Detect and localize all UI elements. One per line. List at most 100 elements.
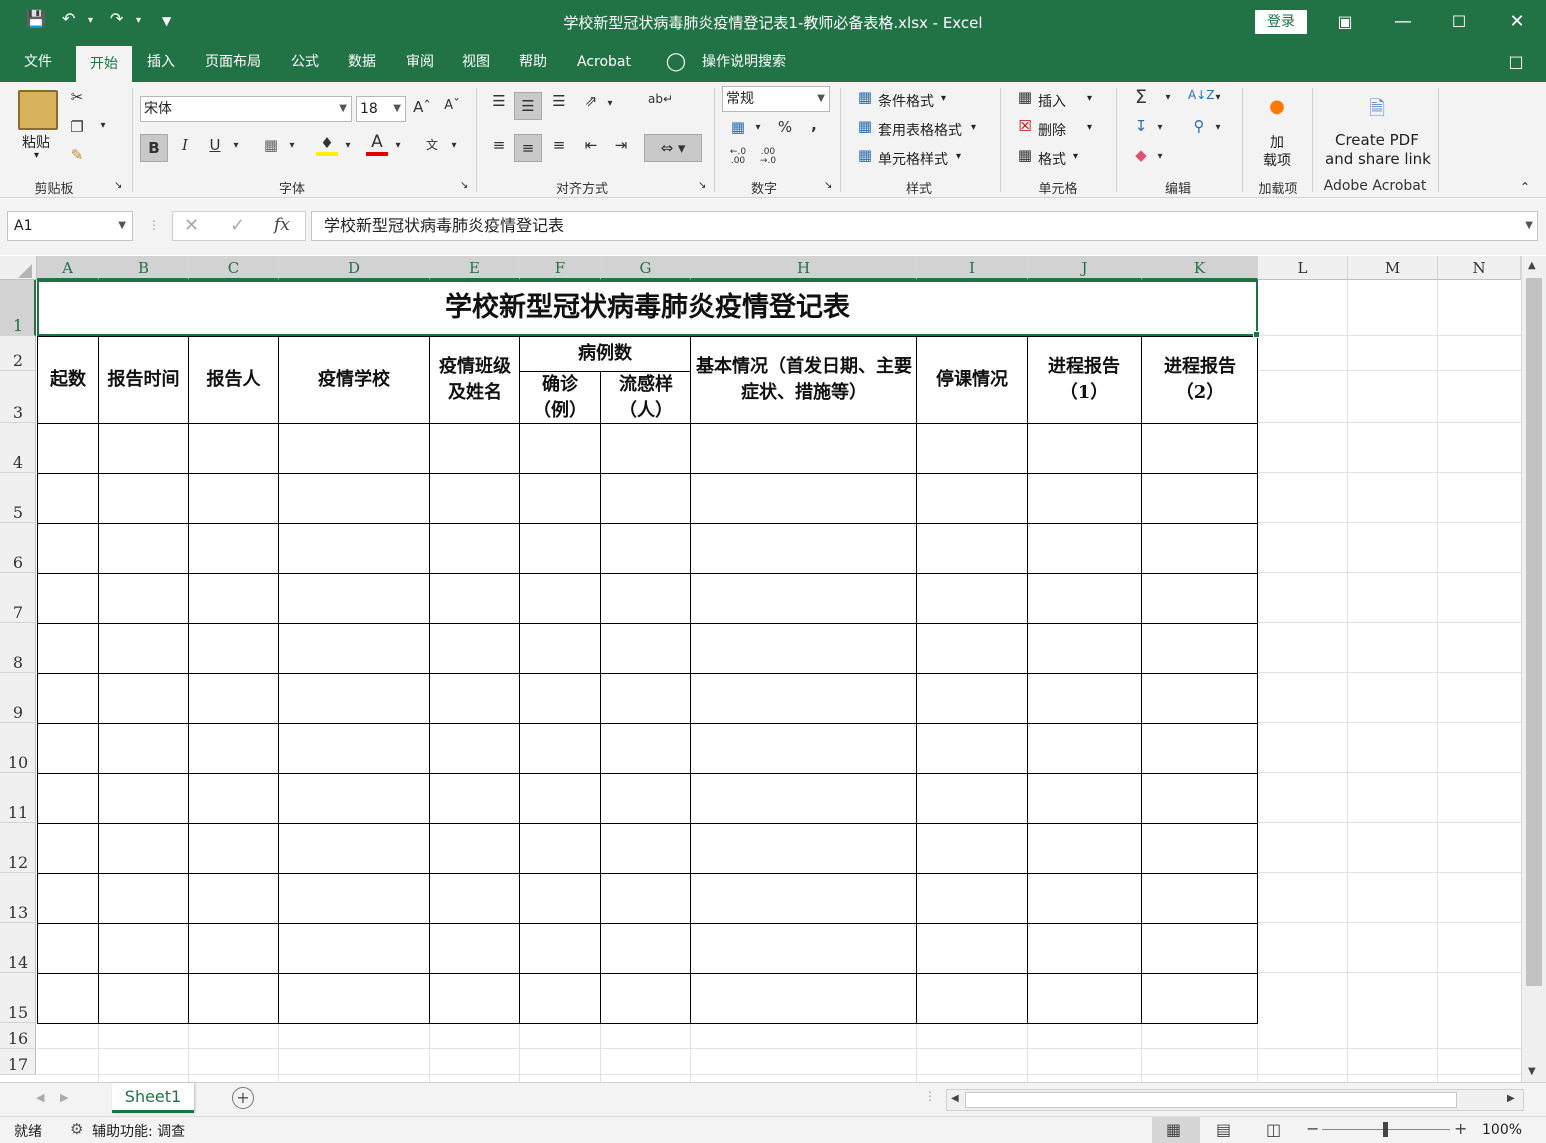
copy-dropdown-icon[interactable]: ▾	[96, 120, 110, 131]
header-cell[interactable]: 基本情况（首发日期、主要症状、措施等）	[694, 337, 914, 423]
tab-home[interactable]: 开始	[76, 44, 132, 82]
column-header-A[interactable]: A	[37, 256, 99, 280]
tab-file[interactable]: 文件	[12, 44, 64, 82]
vertical-scroll-thumb[interactable]	[1526, 278, 1542, 986]
collapse-ribbon-icon[interactable]: ⌃	[1520, 180, 1530, 194]
align-middle-icon[interactable]: ☰	[514, 92, 542, 120]
tab-split-grip-icon[interactable]: ⋮	[924, 1089, 936, 1103]
format-as-table-icon[interactable]: ▦	[854, 117, 876, 135]
cut-icon[interactable]: ✂	[66, 88, 88, 106]
column-header-N[interactable]: N	[1438, 256, 1521, 280]
row-header-13[interactable]: 13	[0, 873, 36, 923]
comma-button[interactable]: ,	[806, 116, 822, 134]
tab-view[interactable]: 视图	[452, 44, 500, 82]
row-header-6[interactable]: 6	[0, 523, 36, 573]
login-button[interactable]: 登录	[1255, 10, 1307, 34]
increase-decimal-icon[interactable]: ←.0.00	[726, 148, 750, 166]
tab-review[interactable]: 审阅	[396, 44, 444, 82]
prev-sheet-icon[interactable]: ◀	[36, 1091, 44, 1104]
delete-cells-button[interactable]: 删除	[1038, 120, 1066, 140]
increase-indent-icon[interactable]: ⇥	[610, 136, 632, 154]
merge-center-button[interactable]: ⇔ ▾	[644, 134, 702, 162]
page-break-view-icon[interactable]: ◫	[1266, 1120, 1281, 1139]
fill-icon[interactable]: ↧	[1130, 117, 1152, 135]
ribbon-display-icon[interactable]: ▣	[1330, 8, 1360, 36]
tab-help[interactable]: 帮助	[509, 44, 557, 82]
column-header-H[interactable]: H	[691, 256, 917, 280]
column-header-J[interactable]: J	[1028, 256, 1142, 280]
column-header-C[interactable]: C	[189, 256, 279, 280]
conditional-format-button[interactable]: 条件格式	[878, 91, 934, 111]
row-header-14[interactable]: 14	[0, 923, 36, 973]
decrease-indent-icon[interactable]: ⇤	[580, 136, 602, 154]
header-cell[interactable]: 进程报告（1）	[1032, 337, 1136, 423]
font-size-combo[interactable]: 18 ▼	[356, 96, 406, 122]
zoom-in-icon[interactable]: +	[1454, 1119, 1467, 1138]
column-header-F[interactable]: F	[520, 256, 601, 280]
column-header-L[interactable]: L	[1258, 256, 1348, 280]
cell-styles-button[interactable]: 单元格样式	[878, 149, 948, 169]
tab-formulas[interactable]: 公式	[282, 44, 328, 82]
addins-line1[interactable]: 加	[1270, 132, 1284, 152]
column-header-E[interactable]: E	[430, 256, 520, 280]
header-cell[interactable]: 确诊（例）	[530, 372, 590, 423]
paste-icon[interactable]	[18, 90, 58, 130]
tab-data[interactable]: 数据	[338, 44, 386, 82]
clear-icon[interactable]: ◆	[1130, 146, 1152, 164]
decrease-decimal-icon[interactable]: .00 →.0	[756, 148, 780, 166]
row-header-8[interactable]: 8	[0, 623, 36, 673]
horizontal-scroll-thumb[interactable]	[965, 1092, 1457, 1108]
sort-dropdown-icon[interactable]: ▾	[1212, 92, 1224, 103]
paste-button[interactable]: 粘贴	[22, 132, 50, 152]
column-header-I[interactable]: I	[917, 256, 1028, 280]
delete-cells-icon[interactable]: ☒	[1014, 117, 1036, 135]
conditional-format-icon[interactable]: ▦	[854, 88, 876, 106]
row-header-9[interactable]: 9	[0, 673, 36, 723]
autosum-dropdown-icon[interactable]: ▾	[1162, 92, 1174, 103]
row-header-11[interactable]: 11	[0, 773, 36, 823]
underline-dropdown-icon[interactable]: ▾	[230, 140, 242, 151]
row-header-3[interactable]: 3	[0, 371, 36, 423]
row-header-2[interactable]: 2	[0, 336, 36, 371]
header-cell[interactable]: 疫情班级及姓名	[436, 337, 514, 423]
orientation-icon[interactable]: ⇗	[580, 92, 602, 110]
borders-dropdown-icon[interactable]: ▾	[286, 140, 298, 151]
format-painter-icon[interactable]: ✎	[66, 146, 88, 164]
find-select-icon[interactable]: ⚲	[1188, 117, 1210, 135]
zoom-level[interactable]: 100%	[1482, 1122, 1522, 1138]
header-cell[interactable]: 流感样（人）	[606, 372, 686, 423]
column-header-K[interactable]: K	[1142, 256, 1258, 280]
expand-formula-icon[interactable]: ▼	[1525, 212, 1533, 240]
name-box[interactable]: A1 ▼	[7, 211, 133, 241]
addins-line2[interactable]: 载项	[1263, 150, 1291, 170]
scroll-up-icon[interactable]: ▲	[1528, 260, 1536, 271]
comments-icon[interactable]: □	[1502, 44, 1530, 82]
number-launcher-icon[interactable]: ↘	[824, 180, 832, 191]
number-format-combo[interactable]: 常规 ▼	[722, 86, 830, 112]
formula-input[interactable]: 学校新型冠状病毒肺炎疫情登记表 ▼	[311, 211, 1538, 241]
bold-button[interactable]: B	[140, 134, 168, 162]
vertical-scrollbar[interactable]: ▲ ▼	[1521, 256, 1546, 1082]
next-sheet-icon[interactable]: ▶	[60, 1091, 68, 1104]
sort-filter-icon[interactable]: A↓Z	[1188, 88, 1214, 102]
font-color-dropdown-icon[interactable]: ▾	[392, 140, 404, 151]
row-header-7[interactable]: 7	[0, 573, 36, 623]
clipboard-launcher-icon[interactable]: ↘	[114, 180, 122, 191]
row-header-4[interactable]: 4	[0, 423, 36, 473]
shrink-font-icon[interactable]: Aˇ	[442, 98, 462, 113]
align-center-icon[interactable]: ≡	[514, 134, 542, 162]
align-bottom-icon[interactable]: ☰	[548, 92, 570, 110]
cell-styles-icon[interactable]: ▦	[854, 146, 876, 164]
tab-acrobat[interactable]: Acrobat	[568, 44, 640, 82]
phonetic-icon[interactable]: 文	[420, 136, 444, 153]
row-header-17[interactable]: 17	[0, 1049, 36, 1075]
paste-dropdown-icon[interactable]: ▾	[34, 150, 39, 161]
italic-button[interactable]: I	[174, 136, 196, 154]
column-header-M[interactable]: M	[1348, 256, 1438, 280]
column-header-G[interactable]: G	[601, 256, 691, 280]
insert-cells-icon[interactable]: ▦	[1014, 88, 1036, 106]
fill-handle[interactable]	[1253, 331, 1260, 338]
currency-icon[interactable]: ▦	[726, 118, 750, 136]
addins-icon[interactable]: ●	[1266, 96, 1288, 117]
insert-function-button[interactable]: fx	[274, 215, 290, 235]
